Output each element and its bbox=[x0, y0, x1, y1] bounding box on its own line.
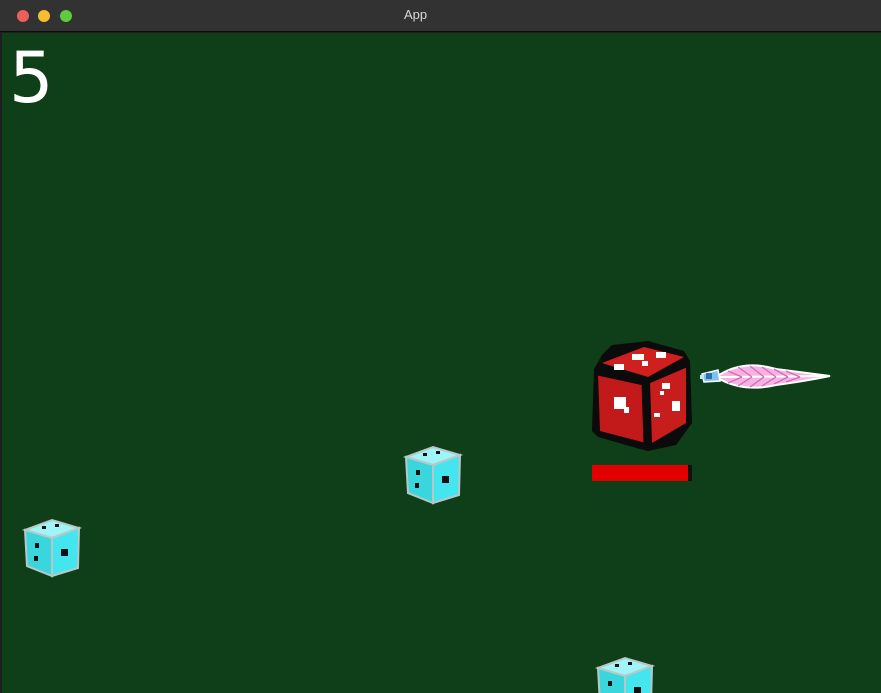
game-canvas[interactable]: 5 bbox=[2, 33, 881, 693]
cyan-die-icon bbox=[22, 518, 82, 578]
title-bar: App bbox=[0, 0, 881, 32]
pink-feather-dart-icon bbox=[700, 364, 831, 389]
app-window: App 5 bbox=[0, 0, 881, 693]
player-health-fill bbox=[592, 465, 688, 481]
cyan-die-icon bbox=[595, 656, 655, 693]
cyan-die-icon bbox=[403, 445, 463, 505]
player-health-bar bbox=[592, 465, 692, 481]
window-title: App bbox=[404, 7, 428, 22]
red-die-icon bbox=[592, 341, 692, 451]
score-counter: 5 bbox=[9, 37, 54, 119]
